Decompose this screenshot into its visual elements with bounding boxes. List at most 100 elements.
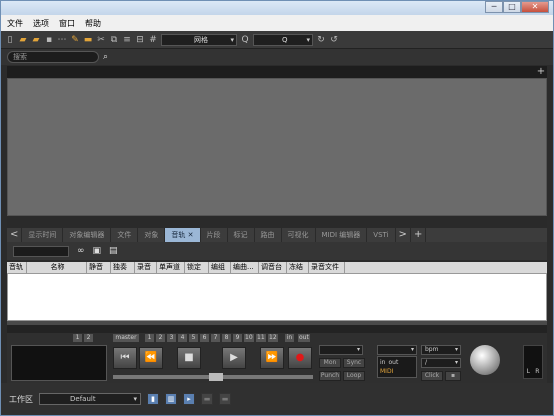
menu-help[interactable]: 帮助 bbox=[85, 18, 101, 29]
tab-timecode[interactable]: 显示时间 bbox=[22, 228, 64, 242]
binoculars-icon[interactable]: ∞ bbox=[77, 246, 85, 256]
transport-num[interactable]: 12 bbox=[268, 334, 278, 342]
layout-icon[interactable]: ▮ bbox=[147, 393, 159, 405]
open-folder-icon[interactable]: ▰ bbox=[18, 35, 28, 45]
marker-icon[interactable]: ▬ bbox=[83, 35, 93, 45]
track-table-body[interactable] bbox=[7, 273, 547, 321]
save-icon[interactable]: ▪ bbox=[44, 35, 54, 45]
time-display[interactable] bbox=[11, 345, 107, 381]
tab-midi-editor[interactable]: MIDI 编辑器 bbox=[316, 228, 368, 242]
go-to-start-button[interactable]: ⏮ bbox=[113, 347, 137, 369]
tab-routing[interactable]: 路由 bbox=[255, 228, 282, 242]
loop-icon[interactable]: ↺ bbox=[329, 35, 339, 45]
splitter-bar[interactable] bbox=[7, 216, 547, 228]
transport-num[interactable]: 5 bbox=[189, 334, 198, 342]
col-freeze[interactable]: 冻结 bbox=[287, 262, 309, 273]
grid-icon[interactable]: # bbox=[148, 35, 158, 45]
open-project-icon[interactable]: ▰ bbox=[31, 35, 41, 45]
snap-dropdown[interactable]: 网格 bbox=[161, 33, 237, 46]
tabs-left-arrow-icon[interactable]: < bbox=[7, 228, 23, 242]
col-mono[interactable]: 单声道 bbox=[157, 262, 185, 273]
tabs-right-arrow-icon[interactable]: > bbox=[396, 228, 411, 242]
paint-icon[interactable]: ✎ bbox=[70, 35, 80, 45]
mixer-view-icon[interactable]: ▥ bbox=[165, 393, 177, 405]
tab-visualization[interactable]: 可视化 bbox=[282, 228, 316, 242]
transport-num[interactable]: 11 bbox=[256, 334, 266, 342]
copy-icon[interactable]: ⧉ bbox=[109, 35, 119, 45]
quantize-icon[interactable]: Q bbox=[240, 35, 250, 45]
tab-vsti[interactable]: VSTi bbox=[367, 228, 396, 242]
col-track[interactable]: 音轨 bbox=[7, 262, 27, 273]
menu-window[interactable]: 窗口 bbox=[59, 18, 75, 29]
col-record[interactable]: 录音 bbox=[135, 262, 157, 273]
time-signature-dropdown[interactable]: / bbox=[421, 358, 461, 368]
transport-num[interactable]: 2 bbox=[156, 334, 165, 342]
punch-button[interactable]: Punch bbox=[319, 371, 341, 381]
minimize-button[interactable]: ─ bbox=[485, 1, 503, 13]
transport-num[interactable]: 3 bbox=[167, 334, 176, 342]
transport-num[interactable]: 2 bbox=[84, 334, 93, 342]
monitor-button[interactable]: Mon bbox=[319, 358, 341, 368]
col-name[interactable]: 名称 bbox=[27, 262, 87, 273]
redo-icon[interactable]: ↻ bbox=[316, 35, 326, 45]
transport-num[interactable]: 6 bbox=[200, 334, 209, 342]
search-input[interactable]: 搜索 bbox=[7, 51, 99, 63]
play-button[interactable]: ▶ bbox=[222, 347, 246, 369]
track-filter-input[interactable] bbox=[13, 245, 69, 257]
tab-object-editor[interactable]: 对象编辑器 bbox=[63, 228, 112, 242]
col-group[interactable]: 编组 bbox=[209, 262, 231, 273]
transport-num[interactable]: 10 bbox=[244, 334, 254, 342]
slider-thumb[interactable] bbox=[209, 373, 223, 381]
save-preset-icon[interactable]: ▣ bbox=[93, 246, 102, 256]
maximize-button[interactable]: □ bbox=[503, 1, 521, 13]
col-mixer[interactable]: 调音台 bbox=[259, 262, 287, 273]
tab-clips[interactable]: 片段 bbox=[201, 228, 228, 242]
fast-forward-button[interactable]: ⏩ bbox=[260, 347, 284, 369]
input-dropdown[interactable] bbox=[377, 345, 417, 355]
bpm-dropdown[interactable]: bpm bbox=[421, 345, 461, 355]
menu-file[interactable]: 文件 bbox=[7, 18, 23, 29]
time-format-dropdown[interactable] bbox=[319, 345, 363, 355]
tab-files[interactable]: 文件 bbox=[111, 228, 139, 242]
col-arrange[interactable]: 编曲... bbox=[231, 262, 259, 273]
search-icon[interactable]: ⌕ bbox=[103, 52, 108, 62]
undo-history-icon[interactable]: ⋯ bbox=[57, 35, 67, 45]
arrange-area[interactable] bbox=[7, 78, 547, 216]
col-record-file[interactable]: 录音文件 bbox=[309, 262, 345, 273]
play-view-icon[interactable]: ▸ bbox=[183, 393, 195, 405]
metronome-settings-icon[interactable]: ▪ bbox=[445, 371, 461, 381]
align-icon[interactable]: ≡ bbox=[122, 35, 132, 45]
close-button[interactable]: ✕ bbox=[521, 1, 549, 13]
transport-num[interactable]: 1 bbox=[145, 334, 154, 342]
transport-num[interactable]: 7 bbox=[211, 334, 220, 342]
split-icon[interactable]: ⊟ bbox=[135, 35, 145, 45]
tab-objects[interactable]: 对象 bbox=[138, 228, 166, 242]
transport-num[interactable]: 4 bbox=[178, 334, 187, 342]
jog-wheel[interactable] bbox=[470, 345, 500, 375]
master-button[interactable]: master bbox=[113, 334, 139, 342]
rewind-button[interactable]: ⏪ bbox=[139, 347, 163, 369]
record-button[interactable]: ● bbox=[288, 347, 312, 369]
col-lock[interactable]: 锁定 bbox=[185, 262, 209, 273]
tab-tracks[interactable]: 音轨 ✕ bbox=[165, 228, 201, 242]
close-tab-icon[interactable]: ✕ bbox=[188, 231, 194, 239]
click-button[interactable]: Click bbox=[421, 371, 443, 381]
stop-button[interactable]: ■ bbox=[177, 347, 201, 369]
add-tab-icon[interactable]: + bbox=[411, 228, 427, 242]
quantize-dropdown[interactable]: Q bbox=[253, 33, 313, 46]
transport-num[interactable]: 8 bbox=[222, 334, 231, 342]
col-mute[interactable]: 静音 bbox=[87, 262, 111, 273]
position-slider[interactable] bbox=[113, 373, 313, 381]
load-preset-icon[interactable]: ▤ bbox=[109, 246, 118, 256]
workspace-dropdown[interactable]: Default bbox=[39, 393, 141, 405]
cut-icon[interactable]: ✂ bbox=[96, 35, 106, 45]
transport-num[interactable]: 1 bbox=[73, 334, 82, 342]
add-pane-icon[interactable]: + bbox=[535, 66, 547, 78]
new-file-icon[interactable]: ▯ bbox=[5, 35, 15, 45]
out-button[interactable]: out bbox=[298, 334, 310, 342]
in-button[interactable]: in bbox=[285, 334, 294, 342]
sync-button[interactable]: Sync bbox=[343, 358, 365, 368]
transport-num[interactable]: 9 bbox=[233, 334, 242, 342]
col-solo[interactable]: 独奏 bbox=[111, 262, 135, 273]
loop-button[interactable]: Loop bbox=[343, 371, 365, 381]
